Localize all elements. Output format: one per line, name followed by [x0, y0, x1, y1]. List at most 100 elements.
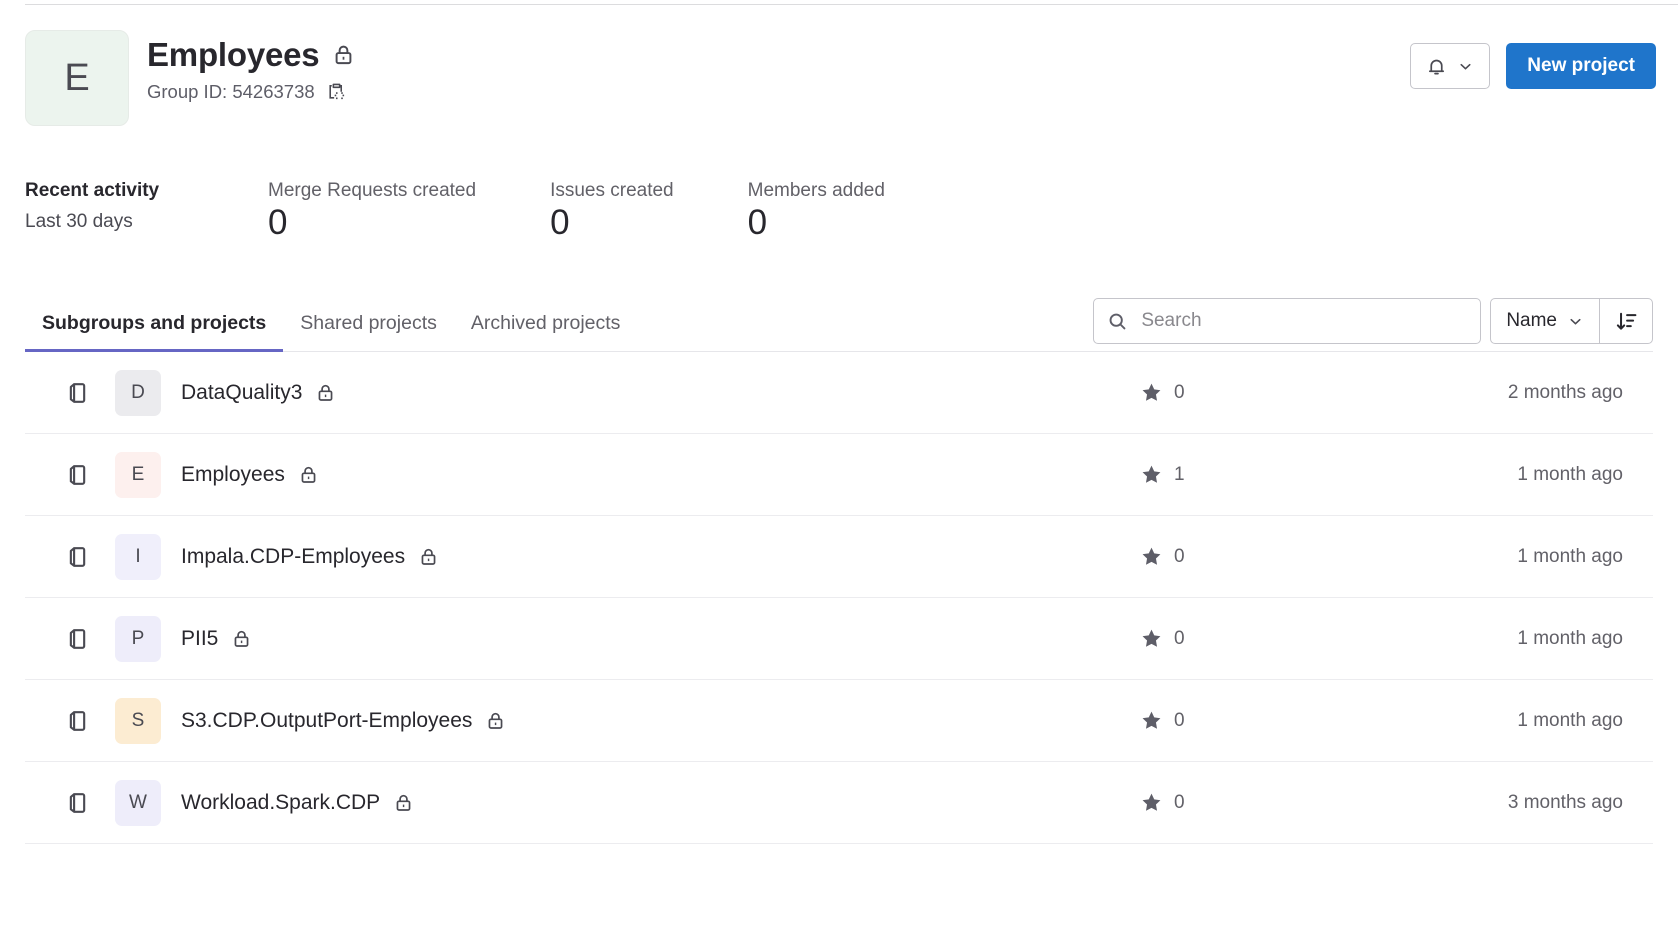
search-box[interactable] — [1093, 298, 1481, 344]
project-avatar-letter: P — [132, 628, 145, 650]
lock-icon — [393, 792, 414, 813]
group-title-block: Employees Group ID: 54263738 — [147, 30, 355, 103]
stat-value: 0 — [268, 204, 476, 243]
table-row[interactable]: D DataQuality3 0 2 months ago — [25, 352, 1653, 434]
sort-descending-icon — [1615, 310, 1638, 333]
updated-timestamp: 2 months ago — [1508, 382, 1623, 404]
project-avatar-letter: W — [129, 792, 147, 814]
lock-icon — [418, 546, 439, 567]
star-count: 0 — [1174, 546, 1185, 568]
projects-list: D DataQuality3 0 2 months ago — [25, 352, 1653, 844]
stat-label: Members added — [748, 180, 885, 202]
star-icon — [1140, 463, 1163, 486]
recent-activity-title: Recent activity — [25, 180, 268, 202]
star-icon — [1140, 627, 1163, 650]
table-row[interactable]: P PII5 0 1 month ago — [25, 598, 1653, 680]
star-count: 0 — [1174, 382, 1185, 404]
star-count: 0 — [1174, 792, 1185, 814]
sort-field-label: Name — [1506, 310, 1557, 332]
lock-icon — [485, 710, 506, 731]
star-icon — [1140, 709, 1163, 732]
project-name[interactable]: Employees — [181, 463, 285, 487]
lock-icon — [332, 43, 355, 66]
project-avatar-letter: S — [132, 710, 145, 732]
project-icon — [65, 462, 91, 488]
stat-value: 0 — [748, 204, 885, 243]
updated-timestamp: 3 months ago — [1508, 792, 1623, 814]
project-avatar: E — [115, 452, 161, 498]
search-icon — [1107, 311, 1128, 332]
star-count-group[interactable]: 0 — [1140, 709, 1185, 732]
star-count-group[interactable]: 0 — [1140, 791, 1185, 814]
recent-activity-period: Last 30 days — [25, 211, 268, 233]
copy-to-clipboard-icon[interactable] — [326, 81, 347, 102]
tab-archived-projects[interactable]: Archived projects — [454, 295, 638, 351]
project-icon — [65, 790, 91, 816]
project-name[interactable]: PII5 — [181, 627, 218, 651]
project-avatar: D — [115, 370, 161, 416]
sort-controls: Name — [1490, 298, 1653, 344]
star-count-group[interactable]: 0 — [1140, 627, 1185, 650]
star-count-group[interactable]: 0 — [1140, 545, 1185, 568]
updated-timestamp: 1 month ago — [1517, 464, 1623, 486]
tab-subgroups-and-projects[interactable]: Subgroups and projects — [25, 295, 283, 351]
stat-label: Issues created — [550, 180, 674, 202]
project-avatar-letter: D — [131, 382, 145, 404]
sort-field-dropdown[interactable]: Name — [1491, 299, 1599, 343]
updated-timestamp: 1 month ago — [1517, 710, 1623, 732]
project-name[interactable]: Workload.Spark.CDP — [181, 791, 380, 815]
stat-members-added: Members added 0 — [748, 180, 885, 243]
stat-merge-requests-created: Merge Requests created 0 — [268, 180, 476, 243]
star-count-group[interactable]: 1 — [1140, 463, 1185, 486]
recent-activity-block: Recent activity Last 30 days — [25, 180, 268, 233]
star-count: 1 — [1174, 464, 1185, 486]
search-input[interactable] — [1139, 309, 1467, 333]
project-name[interactable]: S3.CDP.OutputPort-Employees — [181, 709, 472, 733]
stat-label: Merge Requests created — [268, 180, 476, 202]
list-filters: Name — [1093, 298, 1653, 344]
project-avatar: P — [115, 616, 161, 662]
project-icon — [65, 544, 91, 570]
project-icon — [65, 708, 91, 734]
new-project-button[interactable]: New project — [1506, 43, 1656, 89]
updated-timestamp: 1 month ago — [1517, 628, 1623, 650]
lock-icon — [231, 628, 252, 649]
notifications-button[interactable] — [1410, 43, 1490, 89]
chevron-down-icon — [1457, 58, 1474, 75]
top-divider — [25, 4, 1678, 5]
star-icon — [1140, 381, 1163, 404]
group-avatar: E — [25, 30, 129, 126]
group-header: E Employees Group ID: 54263738 — [25, 30, 1653, 126]
star-icon — [1140, 545, 1163, 568]
star-icon — [1140, 791, 1163, 814]
lock-icon — [298, 464, 319, 485]
table-row[interactable]: S S3.CDP.OutputPort-Employees 0 1 month — [25, 680, 1653, 762]
project-name[interactable]: DataQuality3 — [181, 381, 302, 405]
tab-bar: Subgroups and projects Shared projects A… — [25, 295, 1653, 352]
project-icon — [65, 626, 91, 652]
group-avatar-letter: E — [64, 57, 89, 100]
project-avatar-letter: I — [135, 546, 140, 568]
project-avatar: I — [115, 534, 161, 580]
tabs: Subgroups and projects Shared projects A… — [25, 295, 637, 351]
tab-shared-projects[interactable]: Shared projects — [283, 295, 454, 351]
table-row[interactable]: E Employees 1 1 month ago — [25, 434, 1653, 516]
star-count: 0 — [1174, 710, 1185, 732]
project-icon — [65, 380, 91, 406]
stat-issues-created: Issues created 0 — [550, 180, 674, 243]
lock-icon — [315, 382, 336, 403]
table-row[interactable]: W Workload.Spark.CDP 0 3 months ago — [25, 762, 1653, 844]
project-avatar: W — [115, 780, 161, 826]
star-count: 0 — [1174, 628, 1185, 650]
project-avatar: S — [115, 698, 161, 744]
table-row[interactable]: I Impala.CDP-Employees 0 1 month ago — [25, 516, 1653, 598]
page-title: Employees — [147, 36, 319, 74]
updated-timestamp: 1 month ago — [1517, 546, 1623, 568]
group-id-label: Group ID: 54263738 — [147, 81, 315, 103]
star-count-group[interactable]: 0 — [1140, 381, 1185, 404]
project-name[interactable]: Impala.CDP-Employees — [181, 545, 405, 569]
recent-activity-stats: Recent activity Last 30 days Merge Reque… — [25, 180, 1653, 243]
sort-direction-button[interactable] — [1599, 299, 1652, 343]
stat-value: 0 — [550, 204, 674, 243]
chevron-down-icon — [1567, 313, 1584, 330]
